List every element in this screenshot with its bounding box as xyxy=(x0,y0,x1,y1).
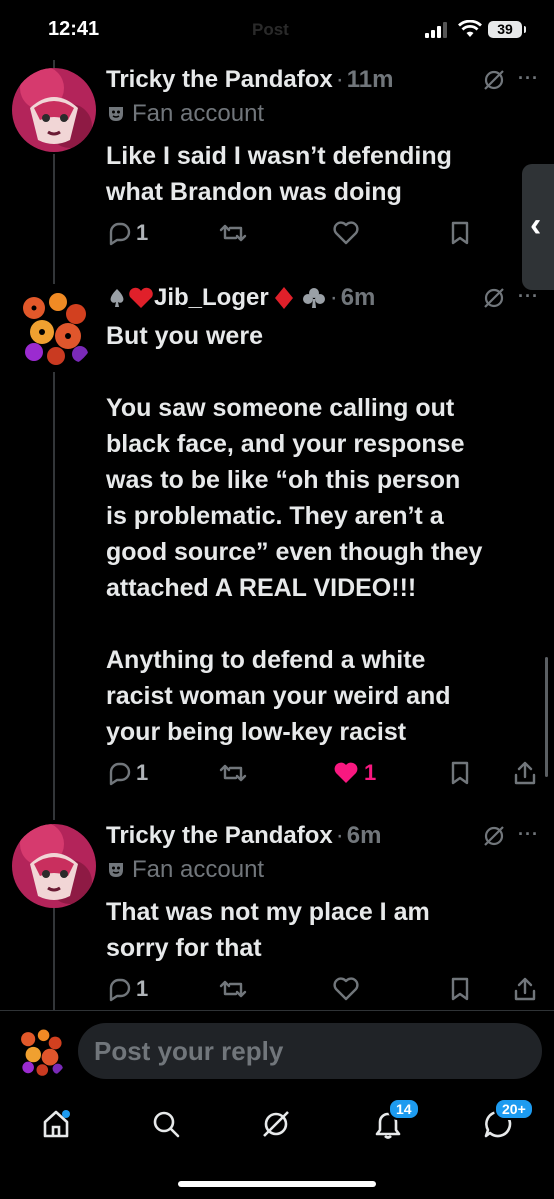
post-header: Tricky the Pandafox · 6m xyxy=(106,820,381,852)
status-bar: 12:41 Post 39 xyxy=(0,0,554,60)
reply-count: 1 xyxy=(136,760,149,785)
post-text: But you were You saw someone calling out… xyxy=(106,322,483,746)
bookmark-icon xyxy=(451,221,469,245)
theater-masks-icon xyxy=(109,107,123,121)
post-text: Like I said I wasn’t defending what Bran… xyxy=(106,142,452,206)
share-button[interactable] xyxy=(512,976,538,1002)
chevron-left-icon: ‹ xyxy=(530,206,542,244)
like-button[interactable]: 1 xyxy=(332,760,376,786)
reply-input[interactable]: Post your reply xyxy=(78,1023,542,1079)
post-time[interactable]: 11m xyxy=(347,66,394,94)
reply-icon xyxy=(109,222,131,246)
wifi-icon xyxy=(458,20,482,37)
avatar[interactable] xyxy=(14,1025,68,1079)
side-panel-tab[interactable]: ‹ xyxy=(522,164,554,290)
fan-account-badge: Fan account xyxy=(106,856,264,884)
grok-icon[interactable] xyxy=(482,286,506,310)
search-icon[interactable] xyxy=(150,1108,182,1140)
separator: · xyxy=(329,284,338,311)
repost-icon xyxy=(219,224,247,242)
repost-button[interactable] xyxy=(218,976,248,1002)
avatar[interactable] xyxy=(12,286,96,370)
bookmark-button[interactable] xyxy=(448,220,472,246)
reply-button[interactable]: 1 xyxy=(106,760,148,786)
grok-icon[interactable] xyxy=(482,68,506,92)
author-name[interactable]: Tricky the Pandafox xyxy=(106,66,333,94)
scrollbar[interactable] xyxy=(545,657,548,777)
repost-button[interactable] xyxy=(218,760,248,786)
author-name[interactable]: Tricky the Pandafox xyxy=(106,822,333,850)
post-text: That was not my place I am sorry for tha… xyxy=(106,898,430,962)
badge-label: Fan account xyxy=(132,100,265,127)
avatar[interactable] xyxy=(12,824,96,908)
share-icon xyxy=(514,761,536,785)
post-actions: 1 xyxy=(106,220,546,252)
post-actions: 1 1 xyxy=(106,760,546,792)
notifications-count: 14 xyxy=(388,1098,420,1120)
repost-button[interactable] xyxy=(218,220,248,246)
home-icon[interactable] xyxy=(40,1108,72,1140)
heart-icon xyxy=(333,977,359,1001)
more-icon[interactable]: ··· xyxy=(518,68,539,89)
signal-icon xyxy=(425,22,447,38)
heart-suit-icon xyxy=(129,287,153,308)
club-icon xyxy=(302,288,325,308)
post-header: Jib_Loger · 6m xyxy=(106,282,375,314)
post[interactable]: Jib_Loger · 6m ··· But you were You saw … xyxy=(0,282,554,802)
diamond-suit-icon xyxy=(274,287,293,309)
more-icon[interactable]: ··· xyxy=(518,824,539,845)
like-count: 1 xyxy=(364,760,377,785)
bookmark-button[interactable] xyxy=(448,760,472,786)
spade-icon xyxy=(110,289,124,307)
repost-icon xyxy=(219,764,247,782)
reply-button[interactable]: 1 xyxy=(106,220,148,246)
heart-filled-icon xyxy=(334,762,358,783)
bookmark-icon xyxy=(451,977,469,1001)
home-indicator xyxy=(178,1181,376,1187)
bookmark-button[interactable] xyxy=(448,976,472,1002)
grok-icon[interactable] xyxy=(482,824,506,848)
messages-tab[interactable]: 20+ xyxy=(482,1098,534,1145)
post-header: Tricky the Pandafox · 11m xyxy=(106,64,393,96)
fan-account-badge: Fan account xyxy=(106,100,264,128)
reply-count: 1 xyxy=(136,976,149,1001)
reply-composer: Post your reply xyxy=(0,1010,554,1091)
battery-indicator: 39 xyxy=(488,21,526,38)
post[interactable]: Tricky the Pandafox · 11m ··· Fan accoun… xyxy=(0,64,554,264)
like-button[interactable] xyxy=(332,220,360,246)
post-actions: 1 xyxy=(106,976,546,1008)
bookmark-icon xyxy=(451,761,469,785)
like-button[interactable] xyxy=(332,976,360,1002)
badge-label: Fan account xyxy=(132,856,265,883)
grok-icon[interactable] xyxy=(260,1108,292,1140)
author-name[interactable]: Jib_Loger xyxy=(154,284,269,312)
bottom-tab-bar: 14 20+ xyxy=(0,1090,554,1170)
post[interactable]: Tricky the Pandafox · 6m ··· Fan account… xyxy=(0,820,554,1010)
status-time: 12:41 xyxy=(48,18,100,40)
separator: · xyxy=(335,822,344,849)
post-time[interactable]: 6m xyxy=(347,822,382,850)
reply-button[interactable]: 1 xyxy=(106,976,148,1002)
reply-count: 1 xyxy=(136,220,149,245)
heart-icon xyxy=(333,221,359,245)
avatar[interactable] xyxy=(12,68,96,152)
reply-icon xyxy=(109,978,131,1002)
separator: · xyxy=(335,66,344,93)
theater-masks-icon xyxy=(109,863,123,877)
share-icon xyxy=(514,977,536,1001)
header-title-ghost: Post xyxy=(252,20,289,39)
repost-icon xyxy=(219,980,247,998)
post-time[interactable]: 6m xyxy=(341,284,376,312)
notifications-tab[interactable]: 14 xyxy=(372,1098,420,1145)
reply-icon xyxy=(109,762,131,786)
share-button[interactable] xyxy=(512,760,538,786)
messages-count: 20+ xyxy=(494,1098,534,1120)
